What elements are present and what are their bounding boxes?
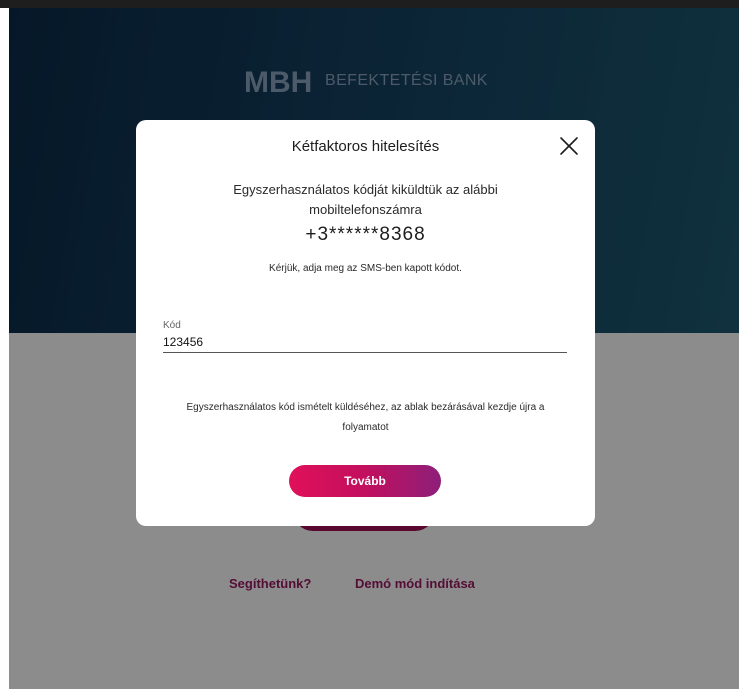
sms-sent-message: Egyszerhasználatos kódját kiküldtük az a… bbox=[233, 182, 498, 217]
code-label: Kód bbox=[163, 320, 181, 331]
close-button[interactable] bbox=[558, 135, 580, 157]
sms-instruction: Kérjük, adja meg az SMS-ben kapott kódot… bbox=[269, 263, 462, 274]
code-input[interactable] bbox=[163, 332, 567, 353]
left-edge bbox=[0, 8, 9, 689]
page: MBH BEFEKTETÉSI BANK Segíthetünk? Demó m… bbox=[9, 8, 739, 689]
continue-button[interactable]: Tovább bbox=[289, 465, 441, 497]
resend-note: Egyszerhasználatos kód ismételt küldéséh… bbox=[186, 402, 545, 433]
modal-title: Kétfaktoros hitelesítés bbox=[291, 138, 440, 155]
top-bar bbox=[0, 0, 739, 8]
masked-phone-number: +3******8368 bbox=[305, 224, 426, 245]
two-factor-modal: Kétfaktoros hitelesítés Egyszerhasználat… bbox=[136, 120, 595, 526]
close-icon bbox=[560, 137, 578, 155]
